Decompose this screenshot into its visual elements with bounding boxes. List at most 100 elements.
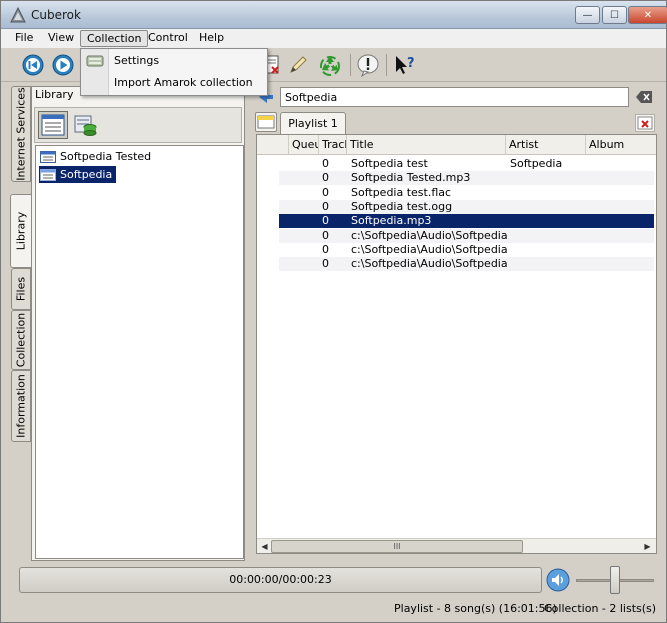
database-icon [74,115,97,136]
menu-control[interactable]: Control [142,30,194,47]
search-row [251,86,659,108]
edit-button[interactable] [286,53,310,77]
list-item[interactable]: Softpedia Tested [39,148,155,165]
main-window: Cuberok — ☐ ✕ File View Collection Contr… [0,0,667,623]
whats-this-icon: ? [396,56,415,74]
column-album[interactable]: Album [586,135,656,154]
recycle-button[interactable] [318,53,342,77]
track-cell: 0 [322,199,329,213]
artist-cell [510,243,586,257]
play-button[interactable] [51,53,75,77]
new-playlist-icon [257,115,275,129]
alert-icon [357,54,379,77]
menu-view[interactable]: View [42,30,80,47]
horizontal-scrollbar[interactable]: ◀ III ▶ [257,538,656,553]
artist-cell [510,171,586,185]
close-playlist-button[interactable] [635,114,655,132]
seek-bar[interactable]: 00:00:00/00:00:23 [19,567,542,593]
table-row-selected[interactable]: 0 Softpedia.mp3 [279,214,654,229]
title-cell: c:\Softpedia\Audio\Softpedia... [351,228,507,242]
toolbar-separator [386,54,387,76]
recycle-icon [320,56,340,76]
tab-label: Library [14,211,28,251]
playlist-icon [40,168,56,181]
table-row[interactable]: 0 Softpedia Tested.mp3 [279,171,654,186]
menu-file[interactable]: File [9,30,39,47]
title-cell: c:\Softpedia\Audio\Softpedia... [351,257,507,271]
playlist-tab-bar: Playlist 1 [251,112,659,134]
close-button[interactable]: ✕ [628,6,667,24]
table-row[interactable]: 0 c:\Softpedia\Audio\Softpedia... [279,228,654,243]
tab-library[interactable]: Library [10,194,32,268]
playlist-table[interactable]: Queue Track Title Artist Album 0 Softpedi… [256,134,657,554]
album-cell [589,200,653,214]
column-artist[interactable]: Artist [506,135,586,154]
maximize-button[interactable]: ☐ [602,6,627,24]
tab-internet-services[interactable]: Internet Services [11,86,31,182]
tab-files[interactable]: Files [11,268,31,310]
volume-slider-thumb[interactable] [610,566,620,594]
list-item-selected[interactable]: Softpedia [39,166,117,183]
database-view-button[interactable] [70,111,100,139]
list-item-label: Softpedia [60,168,113,181]
window-title: Cuberok [31,8,81,22]
list-item-label: Softpedia Tested [60,150,152,163]
track-cell: 0 [322,242,329,256]
menu-collection[interactable]: Collection [80,30,149,47]
column-track[interactable]: Track [319,135,347,154]
table-row[interactable]: 0 c:\Softpedia\Audio\Softpedia... [279,257,654,272]
column-queue[interactable]: Queue [289,135,319,154]
search-input[interactable] [280,87,629,107]
new-playlist-button[interactable] [255,112,277,132]
menu-item-settings[interactable]: Settings [114,52,159,70]
album-cell [589,243,653,257]
table-row[interactable]: 0 c:\Softpedia\Audio\Softpedia... [279,243,654,257]
scroll-right-icon[interactable]: ▶ [641,540,654,553]
clear-search-icon[interactable] [635,90,653,104]
track-cell: 0 [322,171,329,185]
track-cell: 0 [322,157,329,170]
menu-item-import-amarok[interactable]: Import Amarok collection [114,74,253,92]
tab-playlist-1[interactable]: Playlist 1 [280,112,346,134]
scroll-left-icon[interactable]: ◀ [258,540,271,553]
track-cell: 0 [322,257,329,271]
tab-information[interactable]: Information [11,370,31,442]
side-tab-bar: Internet Services Library Files Collecti… [10,86,32,556]
title-cell: Softpedia Tested.mp3 [351,171,471,185]
volume-icon[interactable] [546,568,570,592]
settings-icon [86,55,104,67]
menu-bar: File View Collection Control Help [1,29,666,48]
album-cell [589,157,653,171]
library-panel: Library Softpedia Tested Softpedia [31,86,245,561]
close-tab-icon [637,116,653,130]
tab-label: Internet Services [14,87,28,181]
album-cell [589,186,653,200]
collection-status: Collection - 2 lists(s) [544,602,657,615]
table-row[interactable]: 0 Softpedia test.ogg [279,199,654,214]
menu-icon-gutter [81,49,109,95]
time-readout: 00:00:00/00:00:23 [229,573,332,586]
tab-collection[interactable]: Collection [11,310,31,370]
status-bar: Playlist - 8 song(s) (16:01:56) Collecti… [1,598,666,622]
list-view-button[interactable] [38,111,68,139]
artist-cell [510,200,586,214]
column-title[interactable]: Title [347,135,506,154]
menu-help[interactable]: Help [193,30,230,47]
artist-cell [510,257,586,271]
column-spacer [257,135,289,154]
table-row[interactable]: 0 Softpedia test Softpedia [279,157,654,171]
edit-icon [290,56,307,73]
library-list[interactable]: Softpedia Tested Softpedia [35,145,244,559]
table-row[interactable]: 0 Softpedia test.flac [279,186,654,200]
title-cell: Softpedia.mp3 [351,214,432,228]
minimize-button[interactable]: — [575,6,600,24]
alert-button[interactable] [356,53,380,77]
scroll-thumb[interactable]: III [271,540,523,553]
whats-this-button[interactable]: ? [392,53,416,77]
playlist-header: Queue Track Title Artist Album [257,135,656,155]
tab-label: Files [14,276,28,302]
title-bar[interactable]: Cuberok — ☐ ✕ [1,1,667,29]
track-cell: 0 [322,185,329,199]
list-view-icon [41,114,65,136]
previous-button[interactable] [21,53,45,77]
